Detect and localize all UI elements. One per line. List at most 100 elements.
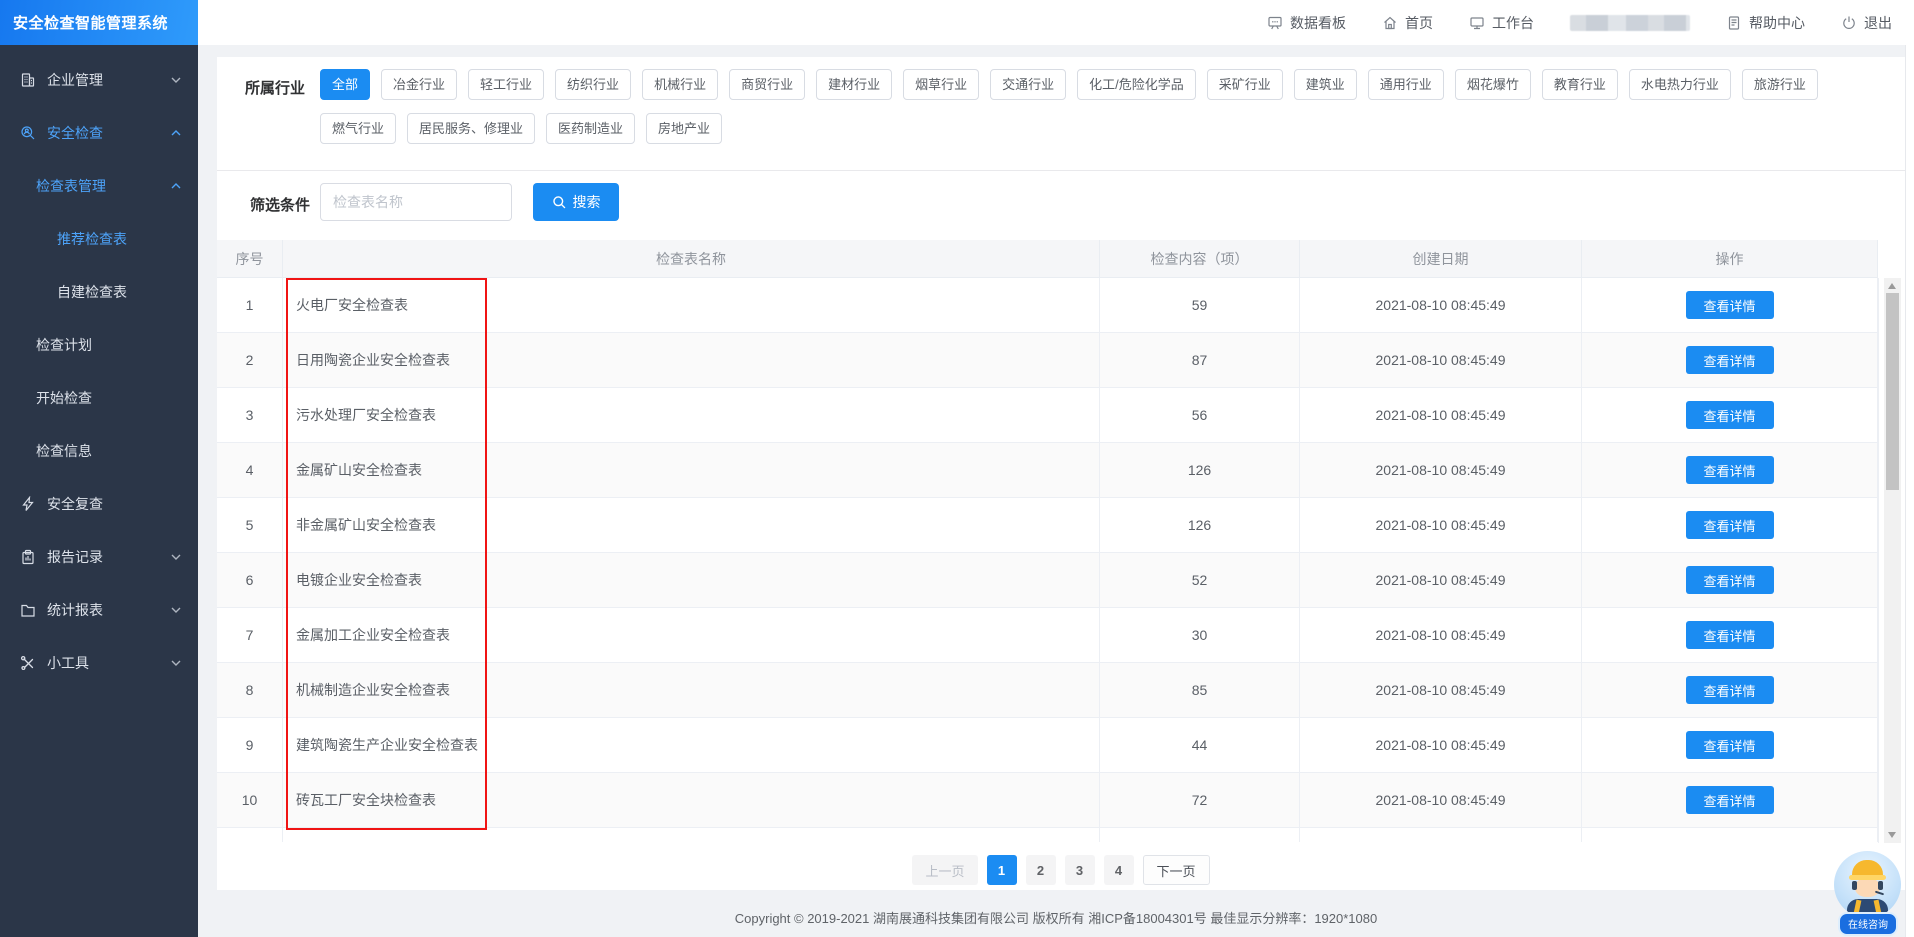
chevron-down-icon — [171, 553, 181, 560]
checklist-name: 砖瓦工厂安全块检查表 — [283, 773, 1100, 827]
view-details-button[interactable]: 查看详情 — [1686, 401, 1774, 429]
created-date: 2021-08-10 08:45:49 — [1300, 333, 1582, 387]
row-actions: 查看详情 — [1582, 663, 1878, 717]
nav-data-dashboard[interactable]: 数据看板 — [1267, 13, 1346, 33]
online-consult-widget[interactable]: 在线咨询 — [1831, 851, 1905, 936]
page-number-button[interactable]: 1 — [987, 855, 1017, 885]
checklist-name: 污水处理厂安全检查表 — [283, 388, 1100, 442]
check-items-count: 56 — [1100, 388, 1300, 442]
industry-tag[interactable]: 轻工行业 — [468, 69, 544, 100]
search-icon — [552, 195, 567, 210]
nav-workbench[interactable]: 工作台 — [1469, 13, 1534, 33]
industry-tag[interactable]: 医药制造业 — [546, 113, 635, 144]
sidebar-item-recommended-checklists[interactable]: 推荐检查表 — [0, 212, 198, 265]
search-button[interactable]: 搜索 — [533, 183, 619, 221]
created-date: 2021-08-10 08:45:49 — [1300, 608, 1582, 662]
view-details-button[interactable]: 查看详情 — [1686, 566, 1774, 594]
scrollbar-track[interactable] — [1884, 278, 1901, 843]
sidebar-menu: 企业管理 安全检查 检查表管理 — [0, 53, 198, 689]
row-index: 6 — [217, 553, 283, 607]
page-scrollbar-area[interactable] — [1905, 45, 1914, 937]
view-details-button[interactable]: 查看详情 — [1686, 621, 1774, 649]
nav-logout[interactable]: 退出 — [1841, 13, 1892, 33]
check-items-count: 30 — [1100, 608, 1300, 662]
industry-tag[interactable]: 冶金行业 — [381, 69, 457, 100]
sidebar-item-statistics-reports[interactable]: 统计报表 — [0, 583, 198, 636]
industry-tag[interactable]: 通用行业 — [1368, 69, 1444, 100]
view-details-button[interactable]: 查看详情 — [1686, 456, 1774, 484]
industry-tag[interactable]: 旅游行业 — [1742, 69, 1818, 100]
industry-tag[interactable]: 居民服务、修理业 — [407, 113, 535, 144]
industry-tag[interactable]: 教育行业 — [1542, 69, 1618, 100]
sidebar-item-inspection-info[interactable]: 检查信息 — [0, 424, 198, 477]
industry-tag[interactable]: 烟草行业 — [903, 69, 979, 100]
created-date: 2021-08-10 08:45:49 — [1300, 773, 1582, 827]
industry-tag[interactable]: 全部 — [320, 69, 370, 100]
view-details-button[interactable]: 查看详情 — [1686, 786, 1774, 814]
sidebar-item-safety-recheck[interactable]: 安全复查 — [0, 477, 198, 530]
industry-tag[interactable]: 化工/危险化学品 — [1077, 69, 1196, 100]
row-index: 4 — [217, 443, 283, 497]
industry-tag[interactable]: 商贸行业 — [729, 69, 805, 100]
sidebar-item-label: 检查计划 — [36, 335, 92, 355]
prev-page-button[interactable]: 上一页 — [912, 855, 977, 885]
sidebar-item-safety-inspection[interactable]: 安全检查 — [0, 106, 198, 159]
table-row: 10 砖瓦工厂安全块检查表 72 2021-08-10 08:45:49 查看详… — [217, 773, 1878, 828]
nav-label: 帮助中心 — [1749, 13, 1805, 33]
table-row: 7 金属加工企业安全检查表 30 2021-08-10 08:45:49 查看详… — [217, 608, 1878, 663]
view-details-button[interactable]: 查看详情 — [1686, 511, 1774, 539]
industry-tag[interactable]: 机械行业 — [642, 69, 718, 100]
person-search-icon — [20, 125, 36, 141]
check-items-count: 59 — [1100, 278, 1300, 332]
nav-help-center[interactable]: 帮助中心 — [1726, 13, 1805, 33]
column-header-index: 序号 — [217, 240, 283, 277]
sidebar-item-label: 企业管理 — [47, 70, 103, 90]
industry-tag[interactable]: 建筑业 — [1294, 69, 1357, 100]
industry-tag[interactable]: 建材行业 — [816, 69, 892, 100]
view-details-button[interactable]: 查看详情 — [1686, 291, 1774, 319]
content-card: 所属行业 全部 冶金行业 轻工行业 纺织行业 机械行业 商贸行业 建材行业 烟草… — [217, 57, 1905, 890]
industry-tag[interactable]: 房地产业 — [646, 113, 722, 144]
checklist-name-input[interactable] — [320, 183, 512, 221]
pagination: 上一页 1 2 3 4 下一页 — [217, 855, 1905, 885]
next-page-button[interactable]: 下一页 — [1143, 855, 1210, 885]
view-details-button[interactable]: 查看详情 — [1686, 346, 1774, 374]
scrollbar-thumb[interactable] — [1886, 293, 1899, 490]
page-number-button[interactable]: 3 — [1065, 855, 1095, 885]
section-divider — [217, 170, 1905, 171]
page-number-button[interactable]: 4 — [1104, 855, 1134, 885]
industry-tags-row2: 燃气行业 居民服务、修理业 医药制造业 房地产业 — [320, 113, 722, 144]
industry-tag[interactable]: 采矿行业 — [1207, 69, 1283, 100]
industry-tag[interactable]: 烟花爆竹 — [1455, 69, 1531, 100]
sidebar-item-enterprise-management[interactable]: 企业管理 — [0, 53, 198, 106]
scroll-up-arrow-icon[interactable] — [1888, 283, 1896, 289]
row-index: 3 — [217, 388, 283, 442]
view-details-button[interactable]: 查看详情 — [1686, 676, 1774, 704]
sidebar-item-report-records[interactable]: 报告记录 — [0, 530, 198, 583]
sidebar-item-label: 推荐检查表 — [57, 229, 127, 249]
nav-home[interactable]: 首页 — [1382, 13, 1433, 33]
industry-tag[interactable]: 水电热力行业 — [1629, 69, 1731, 100]
column-header-date: 创建日期 — [1300, 240, 1582, 277]
sidebar-item-custom-checklists[interactable]: 自建检查表 — [0, 265, 198, 318]
industry-filter-label: 所属行业 — [245, 77, 305, 98]
table-row: 1 火电厂安全检查表 59 2021-08-10 08:45:49 查看详情 — [217, 278, 1878, 333]
industry-tag[interactable]: 交通行业 — [990, 69, 1066, 100]
page-number-button[interactable]: 2 — [1026, 855, 1056, 885]
scroll-down-arrow-icon[interactable] — [1888, 832, 1896, 838]
table-row: 5 非金属矿山安全检查表 126 2021-08-10 08:45:49 查看详… — [217, 498, 1878, 553]
chevron-down-icon — [171, 76, 181, 83]
sidebar-item-inspection-plan[interactable]: 检查计划 — [0, 318, 198, 371]
page-number-list: 1 2 3 4 — [987, 855, 1134, 885]
nav-label: 工作台 — [1492, 13, 1534, 33]
sidebar-item-tools[interactable]: 小工具 — [0, 636, 198, 689]
table-row: 8 机械制造企业安全检查表 85 2021-08-10 08:45:49 查看详… — [217, 663, 1878, 718]
sidebar-item-start-inspection[interactable]: 开始检查 — [0, 371, 198, 424]
industry-tag[interactable]: 燃气行业 — [320, 113, 396, 144]
sidebar-item-checklist-management[interactable]: 检查表管理 — [0, 159, 198, 212]
view-details-button[interactable]: 查看详情 — [1686, 731, 1774, 759]
industry-tag[interactable]: 纺织行业 — [555, 69, 631, 100]
check-items-count: 87 — [1100, 333, 1300, 387]
created-date: 2021-08-10 08:45:49 — [1300, 278, 1582, 332]
dashboard-board-icon — [1267, 15, 1283, 31]
